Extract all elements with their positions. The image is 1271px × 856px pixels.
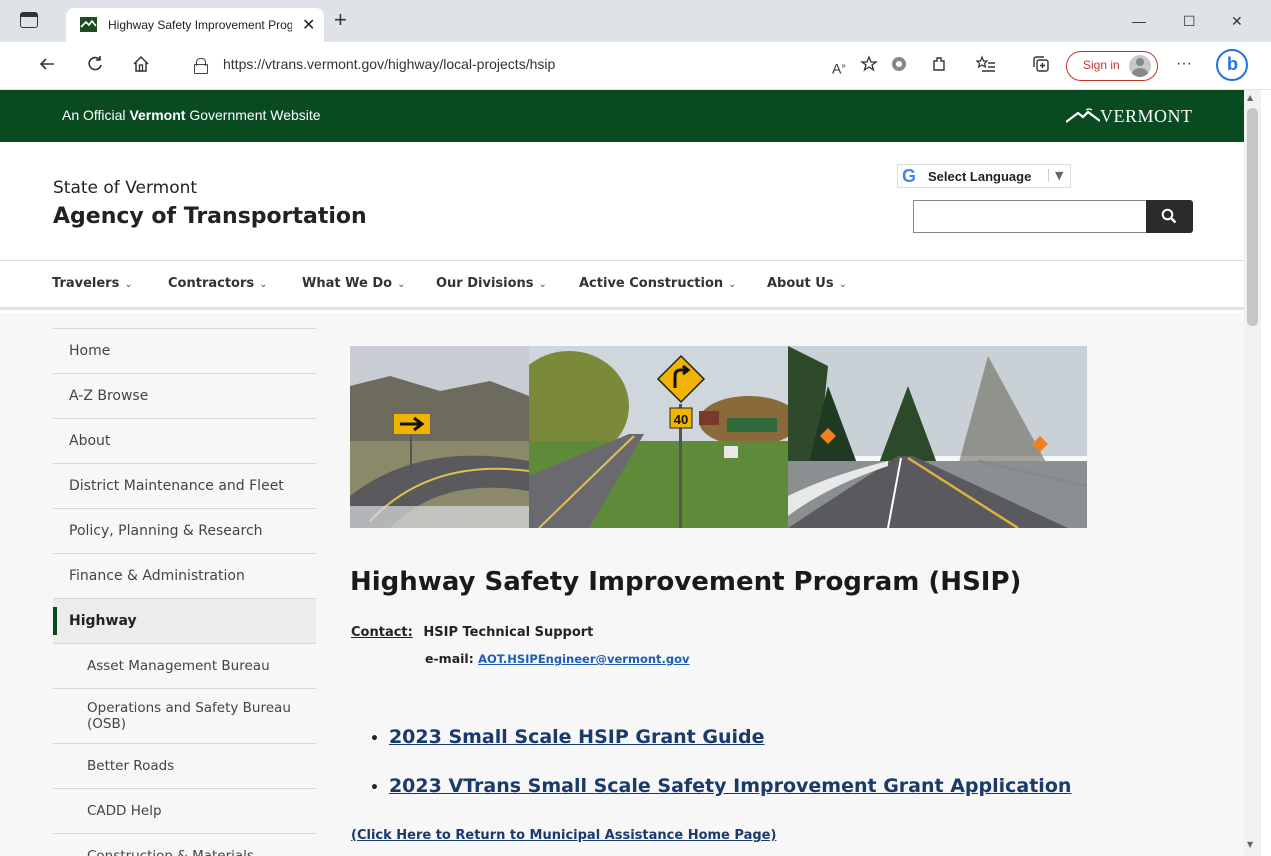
- email-row: e-mail: AOT.HSIPEngineer@vermont.gov: [425, 651, 690, 666]
- sidebar-item-better-roads[interactable]: Better Roads: [53, 743, 316, 788]
- sidebar-item-cadd-help[interactable]: CADD Help: [53, 788, 316, 833]
- chevron-down-icon: ⌄: [538, 279, 547, 290]
- agency-name[interactable]: Agency of Transportation: [53, 204, 367, 229]
- link-grant-application[interactable]: • 2023 VTrans Small Scale Safety Improvem…: [370, 775, 1071, 797]
- more-menu-icon[interactable]: ···: [1176, 53, 1192, 75]
- nav-contractors[interactable]: Contractors ⌄: [168, 276, 268, 291]
- scroll-up-icon[interactable]: ▲: [1247, 93, 1253, 102]
- back-icon[interactable]: [38, 55, 56, 79]
- home-icon[interactable]: [132, 55, 150, 79]
- return-home-link[interactable]: (Click Here to Return to Municipal Assis…: [351, 828, 776, 843]
- refresh-icon[interactable]: [86, 55, 104, 79]
- sidebar-item-construction-materials[interactable]: Construction & Materials: [53, 833, 316, 856]
- email-label: e-mail:: [425, 651, 474, 666]
- email-link[interactable]: AOT.HSIPEngineer@vermont.gov: [478, 652, 689, 666]
- official-gov-banner: An Official Vermont Government Website V…: [0, 90, 1244, 142]
- read-aloud-icon[interactable]: A»: [832, 55, 846, 80]
- nav-active-construction[interactable]: Active Construction ⌄: [579, 276, 737, 291]
- contact-value: HSIP Technical Support: [423, 625, 594, 640]
- minimize-icon[interactable]: —: [1132, 12, 1146, 30]
- mountain-logo-icon: [1066, 108, 1100, 123]
- nav-about-us[interactable]: About Us ⌄: [767, 276, 847, 291]
- chevron-down-icon: ⌄: [259, 279, 268, 290]
- browser-tab-active[interactable]: Highway Safety Improvement Program (HSIP…: [66, 8, 324, 42]
- vermont-favicon-icon: [80, 17, 97, 32]
- search-icon: [1161, 208, 1177, 224]
- bullet: •: [370, 731, 379, 747]
- language-selector[interactable]: G Select Language ▼: [897, 164, 1071, 188]
- sidebar-item-about[interactable]: About: [53, 418, 316, 463]
- hero-panel-speed-sign: 40: [529, 346, 788, 528]
- link-grant-guide[interactable]: • 2023 Small Scale HSIP Grant Guide: [370, 726, 765, 748]
- sign-in-label: Sign in: [1083, 58, 1120, 72]
- official-website-text: An Official Vermont Government Website: [62, 107, 321, 123]
- sidebar-item-asset-management[interactable]: Asset Management Bureau: [53, 643, 316, 688]
- browser-tab-bar: Highway Safety Improvement Program (HSIP…: [0, 0, 1271, 42]
- scroll-thumb[interactable]: [1247, 108, 1258, 326]
- sidebar-item-highway[interactable]: Highway: [53, 598, 316, 643]
- favorite-icon[interactable]: [860, 55, 878, 79]
- language-label: Select Language: [928, 169, 1032, 184]
- nav-travelers[interactable]: Travelers ⌄: [52, 276, 133, 291]
- dropdown-arrow-icon: ▼: [1048, 169, 1063, 182]
- speed-limit-sign-value: 40: [674, 412, 688, 427]
- main-navigation: Travelers ⌄ Contractors ⌄ What We Do ⌄ Our …: [0, 260, 1244, 310]
- sidebar-item-policy-planning[interactable]: Policy, Planning & Research: [53, 508, 316, 553]
- search-button[interactable]: [1146, 200, 1193, 233]
- url-text[interactable]: https://vtrans.vermont.gov/highway/local…: [223, 56, 555, 72]
- sidebar-item-finance[interactable]: Finance & Administration: [53, 553, 316, 598]
- contact-row: Contact: HSIP Technical Support: [351, 625, 593, 640]
- chevron-down-icon: ⌄: [124, 279, 133, 290]
- extension-puzzle-icon[interactable]: [890, 55, 908, 79]
- vermont-logo[interactable]: VERMONT: [1066, 104, 1202, 128]
- lock-icon[interactable]: [194, 58, 208, 74]
- hero-panel-straight-road: [788, 346, 1087, 528]
- nav-what-we-do[interactable]: What We Do ⌄: [302, 276, 405, 291]
- search-input[interactable]: [913, 200, 1147, 233]
- scroll-down-icon[interactable]: ▼: [1247, 840, 1253, 849]
- avatar-icon: [1129, 55, 1151, 77]
- tab-actions-icon[interactable]: [20, 12, 38, 28]
- collections-icon[interactable]: [1032, 55, 1050, 79]
- browser-toolbar: https://vtrans.vermont.gov/highway/local…: [0, 42, 1271, 90]
- new-tab-icon[interactable]: +: [334, 8, 347, 32]
- google-translate-icon: G: [902, 166, 917, 186]
- hero-panel-curve-road: [350, 346, 529, 528]
- tab-close-icon[interactable]: ✕: [302, 15, 315, 35]
- site-header: State of Vermont Agency of Transportatio…: [0, 142, 1244, 260]
- maximize-icon[interactable]: ☐: [1183, 12, 1196, 30]
- extensions-icon[interactable]: [930, 55, 948, 79]
- tab-title: Highway Safety Improvement Program (HSIP…: [108, 18, 292, 32]
- sign-in-button[interactable]: Sign in: [1066, 51, 1158, 81]
- sidebar-item-district-maintenance[interactable]: District Maintenance and Fleet: [53, 463, 316, 508]
- contact-label: Contact:: [351, 625, 413, 640]
- window-close-icon[interactable]: ✕: [1231, 12, 1243, 30]
- chevron-down-icon: ⌄: [728, 279, 737, 290]
- link-grant-guide-text[interactable]: 2023 Small Scale HSIP Grant Guide: [389, 726, 765, 748]
- nav-our-divisions[interactable]: Our Divisions ⌄: [436, 276, 547, 291]
- bullet: •: [370, 780, 379, 796]
- page-scrollbar[interactable]: ▲ ▼: [1244, 90, 1261, 856]
- chevron-down-icon: ⌄: [838, 279, 847, 290]
- sidebar-item-operations-safety[interactable]: Operations and Safety Bureau (OSB): [53, 688, 316, 743]
- hero-image: 40: [350, 346, 1087, 528]
- vermont-wordmark: VERMONT: [1100, 106, 1193, 126]
- link-grant-application-text[interactable]: 2023 VTrans Small Scale Safety Improveme…: [389, 775, 1071, 797]
- sidebar-item-a-z-browse[interactable]: A-Z Browse: [53, 373, 316, 418]
- bing-icon[interactable]: b: [1216, 49, 1248, 81]
- page-title: Highway Safety Improvement Program (HSIP…: [350, 567, 1022, 597]
- chevron-down-icon: ⌄: [397, 279, 406, 290]
- state-name[interactable]: State of Vermont: [53, 178, 197, 198]
- favorites-list-icon[interactable]: [975, 55, 996, 79]
- sidebar-nav: Home A-Z Browse About District Maintenan…: [53, 328, 316, 856]
- sidebar-item-home[interactable]: Home: [53, 328, 316, 373]
